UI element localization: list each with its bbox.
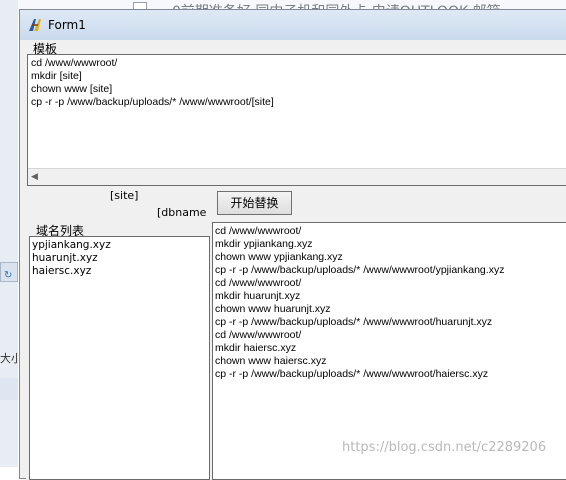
refresh-icon: ↻	[4, 270, 13, 281]
output-line: chown www huarunjt.xyz	[215, 303, 331, 315]
output-line: cp -r -p /www/backup/uploads/* /www/wwwr…	[215, 368, 489, 380]
form-window: Form1 模板 cd /www/wwwroot/ mkdir [site] c…	[19, 9, 566, 480]
output-line: cd /www/wwwroot/	[215, 225, 302, 237]
template-line: cd /www/wwwroot/	[31, 57, 118, 69]
form-client-area: 模板 cd /www/wwwroot/ mkdir [site] chown w…	[26, 40, 566, 480]
output-line: chown www haiersc.xyz	[215, 355, 327, 367]
scroll-left-icon[interactable]: ◀	[31, 172, 38, 182]
output-lines: cd /www/wwwroot/ mkdir ypjiankang.xyz ch…	[215, 225, 504, 381]
title-bar[interactable]: Form1	[20, 10, 566, 40]
output-line: cp -r -p /www/backup/uploads/* /www/wwwr…	[215, 264, 505, 276]
template-line: mkdir [site]	[31, 70, 82, 82]
domain-item: huarunjt.xyz	[32, 252, 98, 264]
domain-list-textbox[interactable]: ypjiankang.xyz huarunjt.xyz haiersc.xyz	[29, 236, 210, 480]
output-line: mkdir ypjiankang.xyz	[215, 238, 313, 250]
template-lines: cd /www/wwwroot/ mkdir [site] chown www …	[31, 57, 274, 109]
background-left-button[interactable]: ↻	[0, 262, 18, 282]
domain-items: ypjiankang.xyz huarunjt.xyz haiersc.xyz	[32, 239, 111, 278]
domain-item: haiersc.xyz	[32, 265, 92, 277]
output-line: cd /www/wwwroot/	[215, 277, 302, 289]
window-title: Form1	[48, 18, 86, 32]
output-line: mkdir haiersc.xyz	[215, 342, 297, 354]
template-line: cp -r -p /www/backup/uploads/* /www/wwwr…	[31, 96, 274, 108]
domain-item: ypjiankang.xyz	[32, 239, 111, 251]
watermark-text: https://blog.csdn.net/c2289206	[342, 440, 547, 455]
dbname-label: [dbname	[157, 206, 207, 219]
horizontal-scrollbar[interactable]: ◀	[28, 168, 566, 185]
output-line: cd /www/wwwroot/	[215, 329, 302, 341]
output-line: chown www ypjiankang.xyz	[215, 251, 343, 263]
background-left-band	[0, 378, 18, 400]
template-textbox[interactable]: cd /www/wwwroot/ mkdir [site] chown www …	[27, 54, 566, 186]
output-line: mkdir huarunjt.xyz	[215, 290, 301, 302]
output-line: cp -r -p /www/backup/uploads/* /www/wwwr…	[215, 316, 493, 328]
start-replace-button[interactable]: 开始替换	[217, 191, 292, 215]
template-line: chown www [site]	[31, 83, 113, 95]
site-label: [site]	[110, 189, 139, 202]
app-icon	[29, 19, 41, 31]
